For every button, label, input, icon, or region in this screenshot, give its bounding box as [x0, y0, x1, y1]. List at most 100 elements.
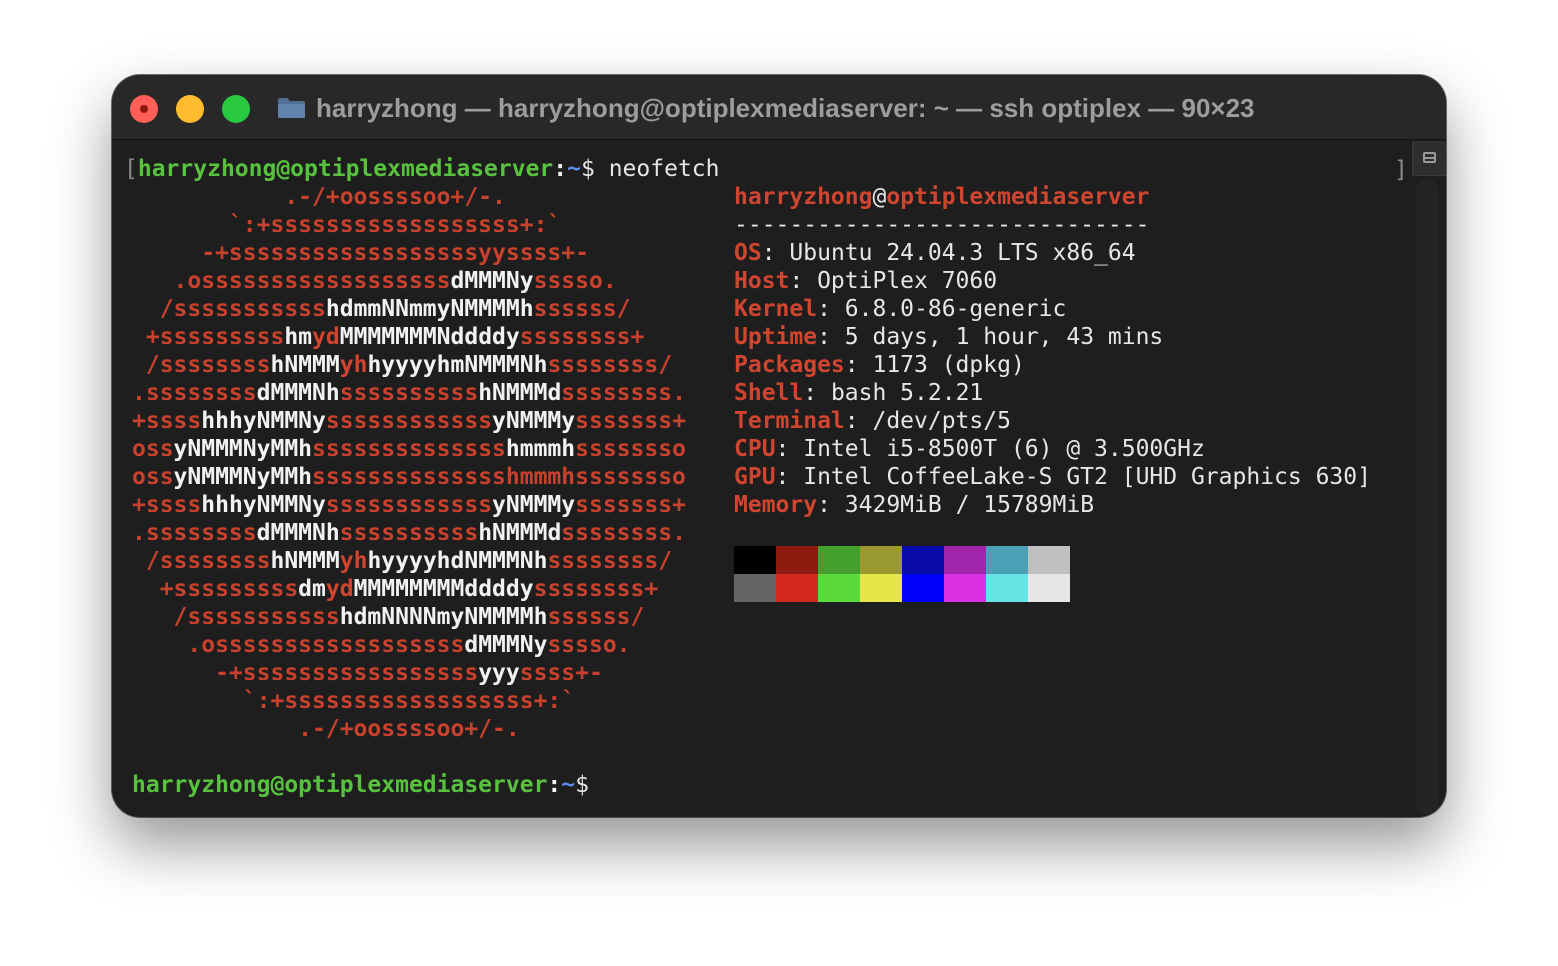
logo-segment: ssssssssssss — [325, 492, 493, 518]
logo-segment: sssssssssssssshmmmhssssssso — [312, 464, 686, 490]
logo-segment: ssssss/ — [533, 296, 631, 322]
logo-segment: .ssssssss — [132, 520, 257, 546]
logo-segment: .ossssssssssssssssss — [132, 632, 465, 658]
logo-segment: ssssssss/ — [547, 352, 673, 378]
color-swatch-normal-3 — [860, 546, 902, 574]
scrollbar[interactable] — [1416, 179, 1438, 815]
info-value: : OptiPlex 7060 — [789, 268, 998, 294]
color-swatch-normal-7 — [1028, 546, 1070, 574]
logo-segment: +ssss — [132, 408, 202, 434]
command-text: neofetch — [594, 156, 720, 182]
info-key: Terminal — [734, 408, 845, 434]
color-swatch-bright-5 — [944, 574, 986, 602]
logo-segment: /sssssssssss — [132, 604, 340, 630]
logo-segment: .ossssssssssssssssss — [132, 268, 451, 294]
scroll-marks-icon[interactable] — [1412, 141, 1446, 176]
info-at: @ — [872, 184, 887, 210]
logo-segment: `:+ssssssssssssssssss+:` — [132, 688, 576, 714]
title-bar[interactable]: harryzhong — harryzhong@optiplexmediaser… — [112, 75, 1446, 140]
info-user: harryzhong — [734, 184, 873, 210]
logo-segment: yNMMMy — [492, 492, 576, 518]
info-value: : bash 5.2.21 — [803, 380, 984, 406]
zoom-button[interactable] — [222, 95, 250, 123]
logo-segment: hyyyyhdNMMMNh — [367, 548, 548, 574]
logo-line: ossyNMMMNyMMhsssssssssssssshmmmhssssssso — [132, 435, 686, 463]
logo-segment: sssso. — [547, 632, 631, 658]
logo-segment: .-/+oossssoo+/-. — [132, 184, 506, 210]
info-separator: ------------------------------ — [734, 212, 1150, 238]
prompt-user-host: harryzhong@optiplexmediaserver — [137, 156, 554, 182]
logo-segment: ssssssss/ — [547, 548, 673, 574]
logo-line: /sssssssshNMMMyhhyyyyhdNMMMNhssssssss/ — [132, 547, 672, 575]
logo-line: /sssssssshNMMMyhhyyyyhmNMMMNhssssssss/ — [132, 351, 672, 379]
color-swatch-normal-2 — [818, 546, 860, 574]
color-swatch-normal-0 — [734, 546, 776, 574]
logo-segment: yd — [312, 324, 340, 350]
logo-segment: ssssssss+ — [533, 576, 659, 602]
logo-segment: yNMMMy — [492, 408, 576, 434]
logo-segment: ssssssssssss — [325, 408, 493, 434]
color-swatch-bright-0 — [734, 574, 776, 602]
logo-segment: +sssssssss — [132, 576, 299, 602]
terminal-content[interactable]: [ harryzhong@optiplexmediaserver:~$ neofe… — [124, 155, 1402, 805]
terminal-window: harryzhong — harryzhong@optiplexmediaser… — [112, 75, 1446, 817]
prompt-user-host: harryzhong@optiplexmediaserver — [132, 772, 548, 798]
logo-segment: /sssssssssss — [132, 296, 326, 322]
logo-segment: yh — [339, 548, 368, 574]
info-line-packages: Packages: 1173 (dpkg) — [734, 351, 1025, 379]
color-palette — [734, 546, 1070, 602]
logo-segment: +sssssssss — [132, 324, 285, 350]
logo-segment: dMMMNh — [256, 380, 340, 406]
logo-segment: sssssss+ — [575, 408, 686, 434]
prompt-colon: : — [547, 772, 562, 798]
close-button[interactable] — [130, 95, 158, 123]
logo-segment: MMMMMMMNddddy — [339, 324, 520, 350]
logo-line: `:+ssssssssssssssssss+:` — [132, 211, 561, 239]
final-prompt: harryzhong@optiplexmediaserver:~$ — [132, 771, 589, 799]
info-key: GPU — [734, 464, 776, 490]
logo-segment: /ssssssss — [132, 352, 271, 378]
logo-segment: hm — [284, 324, 313, 350]
info-value: : 3429MiB / 15789MiB — [817, 492, 1095, 518]
info-value: : Ubuntu 24.04.3 LTS x86_64 — [761, 240, 1136, 266]
info-line-gpu: GPU: Intel CoffeeLake-S GT2 [UHD Graphic… — [734, 463, 1371, 491]
logo-segment: hNMMMd — [478, 520, 562, 546]
logo-segment: yh — [339, 352, 368, 378]
logo-line: .-/+oossssoo+/-. — [132, 715, 520, 743]
left-bracket: [ — [124, 156, 138, 182]
info-key: Uptime — [734, 324, 818, 350]
logo-segment: ssssssss. — [561, 380, 686, 406]
info-key: OS — [734, 240, 762, 266]
logo-line: +sssshhhyNMMNyssssssssssssyNMMMysssssss+ — [132, 407, 686, 435]
logo-line: +sssssssssdmydMMMMMMMMddddyssssssss+ — [132, 575, 659, 603]
logo-segment: -+ssssssssssssssssssyyssss+- — [132, 240, 589, 266]
logo-line: +sssshhhyNMMNyssssssssssssyNMMMysssssss+ — [132, 491, 686, 519]
info-line-host: Host: OptiPlex 7060 — [734, 267, 997, 295]
info-value: : 1173 (dpkg) — [844, 352, 1025, 378]
info-line-uptime: Uptime: 5 days, 1 hour, 43 mins — [734, 323, 1163, 351]
logo-segment: hdmmNNmmyNMMMMh — [325, 296, 534, 322]
logo-segment: sssso. — [533, 268, 617, 294]
logo-line: /ssssssssssshdmNNNNmyNMMMMhssssss/ — [132, 603, 645, 631]
info-line-kernel: Kernel: 6.8.0-86-generic — [734, 295, 1066, 323]
logo-segment: .ssssssss — [132, 380, 257, 406]
logo-segment: hdmNNNNmyNMMMMh — [339, 604, 548, 630]
info-value: : 5 days, 1 hour, 43 mins — [817, 324, 1164, 350]
logo-segment: yNMMMNyMMh — [173, 464, 313, 490]
logo-segment: ssssssso — [575, 436, 686, 462]
logo-line: `:+ssssssssssssssssss+:` — [132, 687, 575, 715]
info-value: : /dev/pts/5 — [844, 408, 1011, 434]
info-key: Shell — [734, 380, 804, 406]
info-key: CPU — [734, 436, 776, 462]
info-key: Memory — [734, 492, 818, 518]
logo-line: .ossssssssssssssssssdMMMNysssso. — [132, 267, 617, 295]
color-swatch-bright-3 — [860, 574, 902, 602]
logo-segment: oss — [132, 464, 174, 490]
color-swatch-bright-4 — [902, 574, 944, 602]
logo-segment: -+sssssssssssssssss — [132, 660, 479, 686]
logo-segment: .-/+oossssoo+/-. — [132, 716, 520, 742]
logo-line: ossyNMMMNyMMhsssssssssssssshmmmhssssssso — [132, 463, 686, 491]
window-title: harryzhong — harryzhong@optiplexmediaser… — [316, 93, 1255, 123]
logo-line: -+ssssssssssssssssssyyssss+- — [132, 239, 589, 267]
minimize-button[interactable] — [176, 95, 204, 123]
